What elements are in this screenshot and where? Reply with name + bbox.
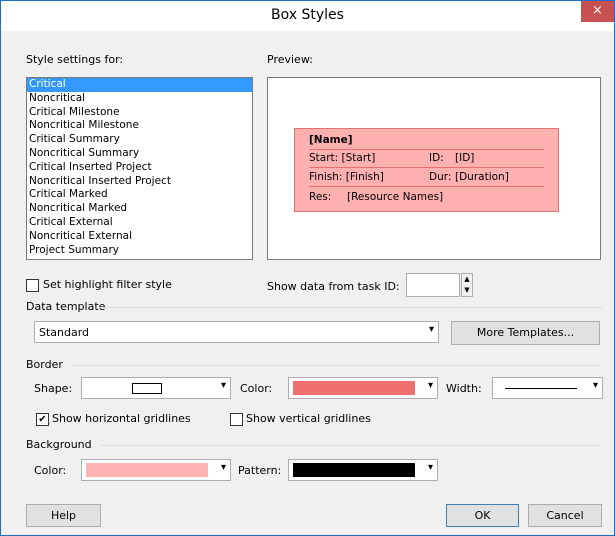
list-item[interactable]: Critical [27,78,252,92]
highlight-filter-checkbox[interactable] [26,279,39,292]
shape-dropdown[interactable]: ▾ [81,377,231,399]
preview-id-value: [ID] [455,152,475,164]
list-item[interactable]: Noncritical Milestone [27,119,252,133]
pattern-swatch [293,463,415,477]
preview-finish-label: Finish: [309,171,343,183]
preview-res-label: Res: [309,191,332,203]
show-vertical-gridlines-checkbox[interactable] [230,413,243,426]
show-horizontal-gridlines-checkbox[interactable]: ✔ [36,413,49,426]
pattern-label: Pattern: [238,464,282,477]
task-id-input[interactable] [406,273,460,297]
highlight-filter-label: Set highlight filter style [43,278,172,291]
background-color-swatch [86,463,208,477]
data-template-dropdown[interactable]: Standard ▾ [34,321,439,343]
list-item[interactable]: Project Summary [27,244,252,258]
list-item[interactable]: Critical Milestone [27,106,252,120]
show-data-label: Show data from task ID: [267,280,400,293]
spinner-down-icon[interactable]: ▼ [462,285,472,296]
group-divider [99,307,602,308]
border-width-dropdown[interactable]: ▾ [492,377,603,399]
list-item[interactable]: Critical Summary [27,133,252,147]
preview-finish-value: [Finish] [345,171,384,183]
preview-id-label: ID: [429,152,444,164]
spinner-up-icon[interactable]: ▲ [462,274,472,285]
close-icon: × [592,3,603,18]
pattern-dropdown[interactable]: ▾ [288,459,438,481]
border-group-label: Border [26,358,63,371]
preview-panel: [Name] Start: [Start] ID: [ID] Finish: [… [267,77,601,260]
list-item[interactable]: Critical External [27,216,252,230]
data-template-group-label: Data template [26,300,106,313]
list-item[interactable]: Noncritical Marked [27,202,252,216]
preview-start-value: [Start] [341,152,376,164]
more-templates-button[interactable]: More Templates... [451,321,600,345]
show-horizontal-gridlines-label: Show horizontal gridlines [52,412,191,425]
ok-button[interactable]: OK [446,504,519,527]
border-color-label: Color: [240,382,273,395]
list-item[interactable]: Critical Marked [27,188,252,202]
title-bar: Box Styles × [1,1,614,31]
chevron-down-icon: ▾ [428,324,434,335]
show-vertical-gridlines-label: Show vertical gridlines [246,412,371,425]
chevron-down-icon: ▾ [427,462,433,473]
data-template-value: Standard [39,326,90,339]
preview-res-value: [Resource Names] [347,191,444,203]
line-width-sample [505,388,577,389]
preview-res-row: Res: [Resource Names] [309,189,544,206]
style-settings-list[interactable]: Critical Noncritical Critical Milestone … [26,77,253,260]
help-button[interactable]: Help [26,504,101,527]
preview-dur-value: [Duration] [455,171,509,183]
border-color-swatch [293,381,415,395]
chevron-down-icon: ▾ [220,380,226,391]
style-settings-label: Style settings for: [26,53,124,66]
preview-label: Preview: [267,53,313,66]
preview-name: [Name] [309,134,353,146]
task-id-spinner[interactable]: ▲ ▼ [461,273,473,297]
list-item[interactable]: Noncritical Inserted Project [27,175,252,189]
background-color-label: Color: [34,464,67,477]
list-item[interactable]: Noncritical External [27,230,252,244]
chevron-down-icon: ▾ [592,380,598,391]
shape-label: Shape: [34,382,73,395]
preview-start-row: Start: [Start] ID: [ID] [309,150,544,168]
group-divider [101,445,602,446]
list-item[interactable]: Noncritical Summary [27,147,252,161]
list-item[interactable]: Noncritical [27,92,252,106]
dialog-title: Box Styles [271,7,344,23]
group-divider [71,365,602,366]
preview-name-row: [Name] [309,132,544,150]
background-color-dropdown[interactable]: ▾ [81,459,231,481]
preview-finish-row: Finish: [Finish] Dur: [Duration] [309,169,544,187]
preview-dur-label: Dur: [429,171,452,183]
cancel-button[interactable]: Cancel [528,504,602,527]
chevron-down-icon: ▾ [427,380,433,391]
border-width-label: Width: [446,382,482,395]
list-item[interactable]: Critical Inserted Project [27,161,252,175]
background-group-label: Background [26,438,92,451]
check-icon: ✔ [38,414,47,425]
chevron-down-icon: ▾ [220,462,226,473]
box-styles-dialog: Box Styles × Style settings for: Critica… [0,0,615,536]
rectangle-shape-icon [132,383,162,394]
preview-start-label: Start: [309,152,339,164]
preview-box: [Name] Start: [Start] ID: [ID] Finish: [… [294,128,559,212]
border-color-dropdown[interactable]: ▾ [288,377,438,399]
close-button[interactable]: × [581,1,614,22]
